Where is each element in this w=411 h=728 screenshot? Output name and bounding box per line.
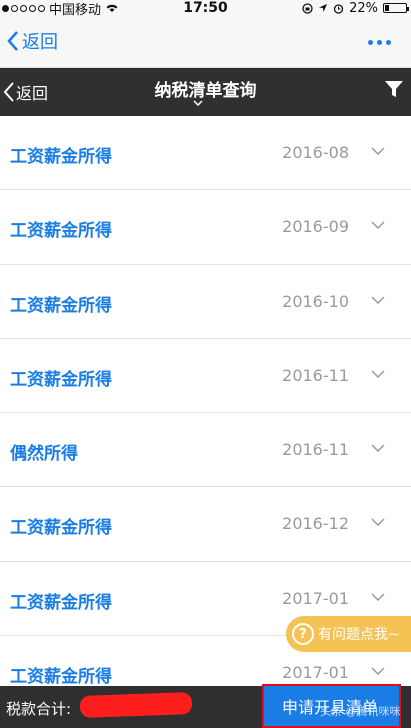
record-period: 2016-11 xyxy=(282,440,349,460)
watermark: 头条 @腾讯咪咪 xyxy=(320,705,401,718)
income-type: 工资薪金所得 xyxy=(10,667,112,688)
outer-nav-bar: 返回 xyxy=(0,16,411,68)
record-period: 2016-12 xyxy=(282,514,349,534)
chevron-down-icon[interactable] xyxy=(371,296,385,304)
income-type: 工资薪金所得 xyxy=(10,295,112,316)
filter-icon[interactable] xyxy=(383,78,405,100)
chevron-down-icon[interactable] xyxy=(371,370,385,378)
income-type: 工资薪金所得 xyxy=(10,369,112,390)
battery-icon xyxy=(383,3,409,13)
chevron-down-icon[interactable] xyxy=(371,444,385,453)
income-type: 工资薪金所得 xyxy=(10,221,112,242)
record-period: 2016-10 xyxy=(282,291,349,311)
record-period: 2017-01 xyxy=(282,588,349,608)
outer-back-button[interactable]: 返回 xyxy=(6,28,58,54)
battery-percent: 22% xyxy=(349,0,378,16)
rotation-lock-icon xyxy=(302,2,313,14)
record-period: 2017-01 xyxy=(282,663,349,683)
income-type: 工资薪金所得 xyxy=(10,518,112,539)
income-type: 偶然所得 xyxy=(10,444,78,465)
inner-nav-bar: 返回 纳税清单查询 xyxy=(0,68,411,116)
help-bubble-text: 有问题点我~ xyxy=(318,627,400,643)
record-row[interactable]: 工资薪金所得 2016-10 xyxy=(0,264,411,339)
chevron-down-icon[interactable] xyxy=(371,221,385,230)
chevron-down-icon[interactable] xyxy=(371,518,385,527)
back-chevron-icon xyxy=(7,31,18,51)
record-period: 2016-08 xyxy=(282,143,349,162)
chevron-down-icon[interactable] xyxy=(371,147,385,155)
help-bubble[interactable]: ? 有问题点我~ xyxy=(286,616,411,652)
outer-back-label: 返回 xyxy=(22,32,58,53)
question-icon: ? xyxy=(292,623,314,645)
record-period: 2016-11 xyxy=(282,365,349,385)
income-type: 工资薪金所得 xyxy=(10,147,112,167)
alarm-icon xyxy=(333,3,344,14)
record-row[interactable]: 工资薪金所得 2016-11 xyxy=(0,338,411,414)
chevron-down-icon[interactable] xyxy=(371,593,385,601)
tax-total-label: 税款合计: xyxy=(6,700,72,718)
income-type: 工资薪金所得 xyxy=(10,592,112,613)
chevron-down-icon[interactable] xyxy=(371,667,385,676)
record-row[interactable]: 工资薪金所得 2016-08 xyxy=(0,116,411,191)
location-icon xyxy=(319,4,328,12)
record-row[interactable]: 偶然所得 2016-11 xyxy=(0,413,411,488)
status-bar: 中国移动 17:50 22% xyxy=(0,0,411,18)
record-row[interactable]: 工资薪金所得 2016-12 xyxy=(0,487,411,562)
record-period: 2016-09 xyxy=(282,217,349,237)
page-title[interactable]: 纳税清单查询 xyxy=(0,76,411,101)
chevron-down-icon[interactable] xyxy=(193,100,203,106)
redacted-amount xyxy=(79,692,193,718)
record-row[interactable]: 工资薪金所得 2016-09 xyxy=(0,190,411,265)
more-options-icon[interactable] xyxy=(368,40,391,45)
